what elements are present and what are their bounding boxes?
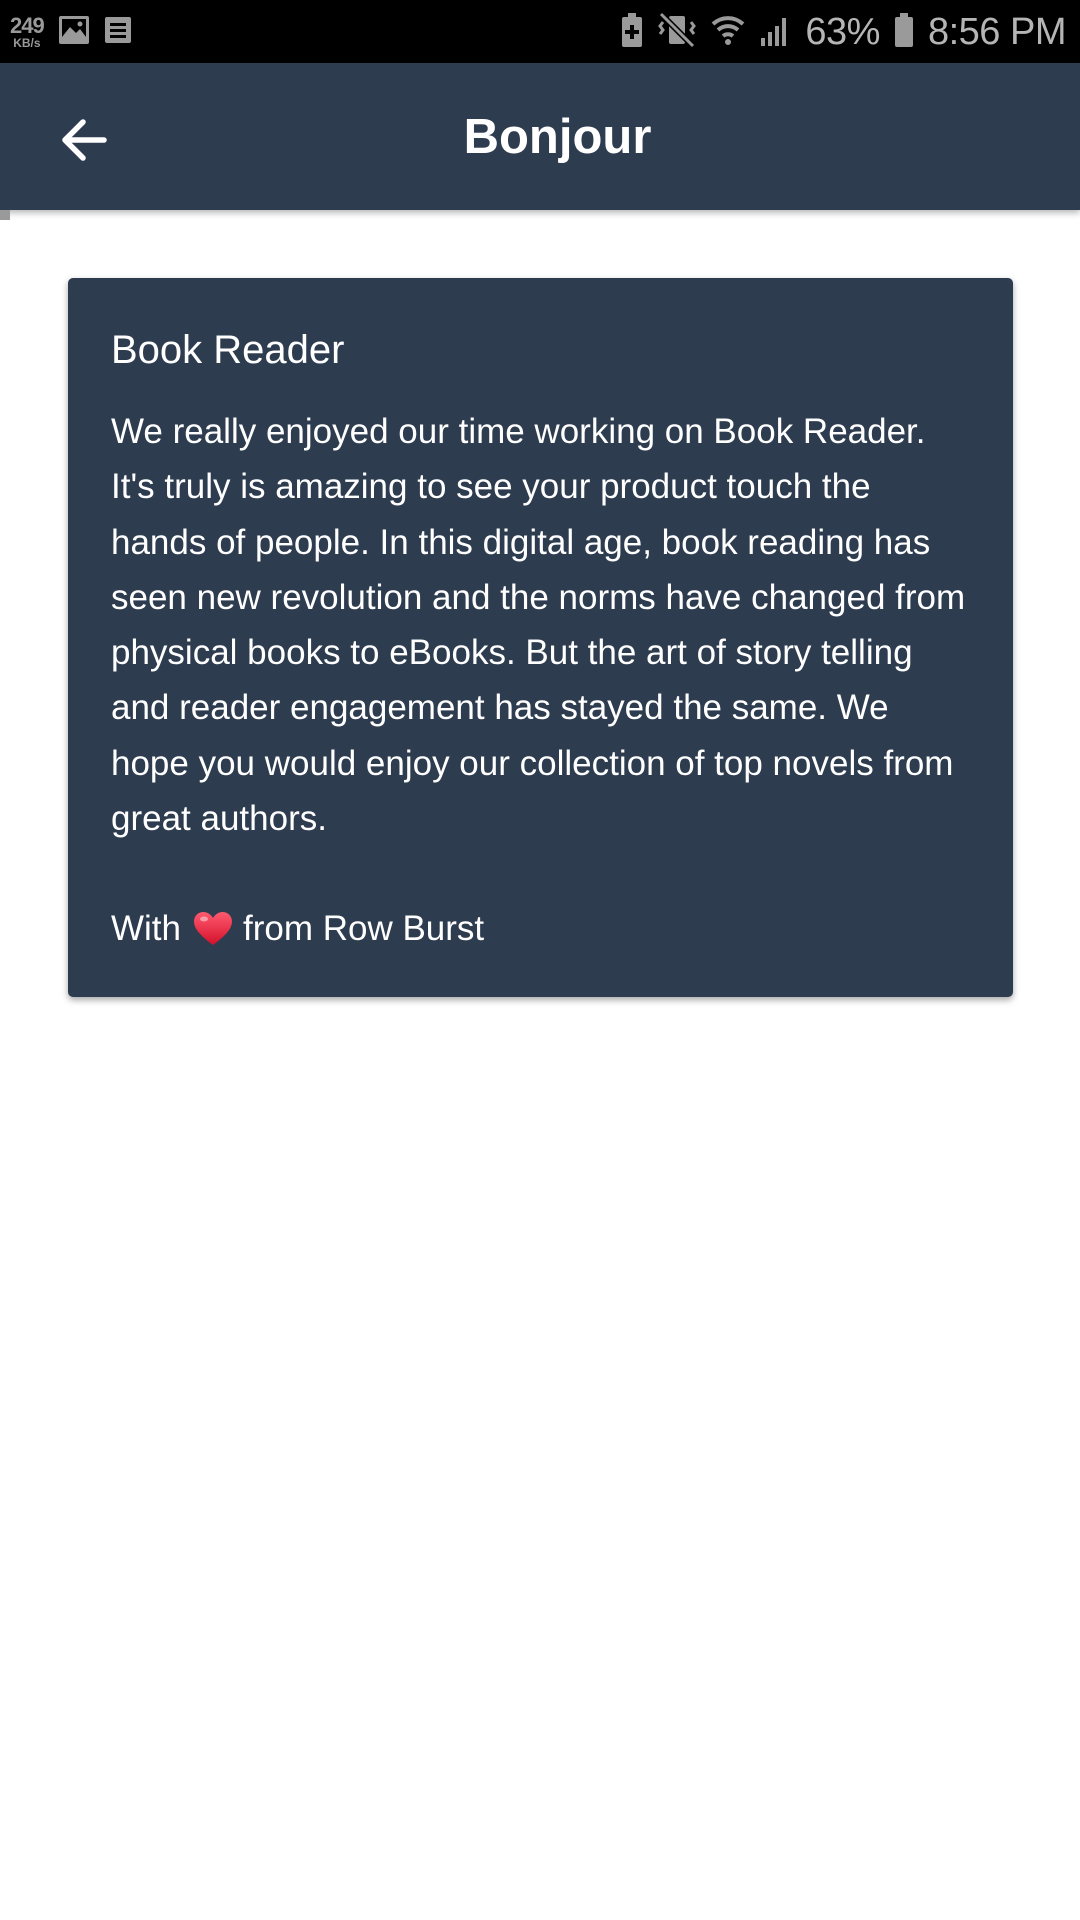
battery-icon [894, 12, 914, 53]
network-speed-value: 249 [10, 13, 45, 38]
signature-prefix: With [111, 909, 181, 949]
battery-percent: 63% [805, 10, 880, 53]
page-title: Bonjour [463, 109, 652, 164]
signature-suffix: from Row Burst [243, 909, 485, 949]
heart-icon [193, 911, 233, 947]
app-bar: Bonjour [0, 63, 1080, 210]
image-icon [58, 15, 90, 50]
status-left-icons: 249 KB/s [10, 8, 132, 56]
clock: 8:56 PM [927, 10, 1067, 53]
network-speed-unit: KB/s [13, 36, 41, 50]
network-speed: 249 KB/s [10, 13, 45, 50]
news-icon [104, 16, 132, 49]
card-title: Book Reader [111, 328, 345, 372]
battery-saver-icon [621, 12, 643, 53]
wifi-icon [711, 12, 745, 53]
status-right-icons: 63% 8:56 PM [621, 6, 1067, 58]
scroll-indicator [0, 210, 10, 220]
card-signature: With from Row Burst [111, 901, 971, 956]
signal-icon [759, 14, 791, 51]
status-bar: 249 KB/s 63% 8:56 PM [0, 0, 1080, 63]
card-body: We really enjoyed our time working on Bo… [111, 412, 966, 839]
about-card: Book Reader We really enjoyed our time w… [68, 278, 1013, 997]
vibrate-mute-icon [657, 11, 697, 53]
